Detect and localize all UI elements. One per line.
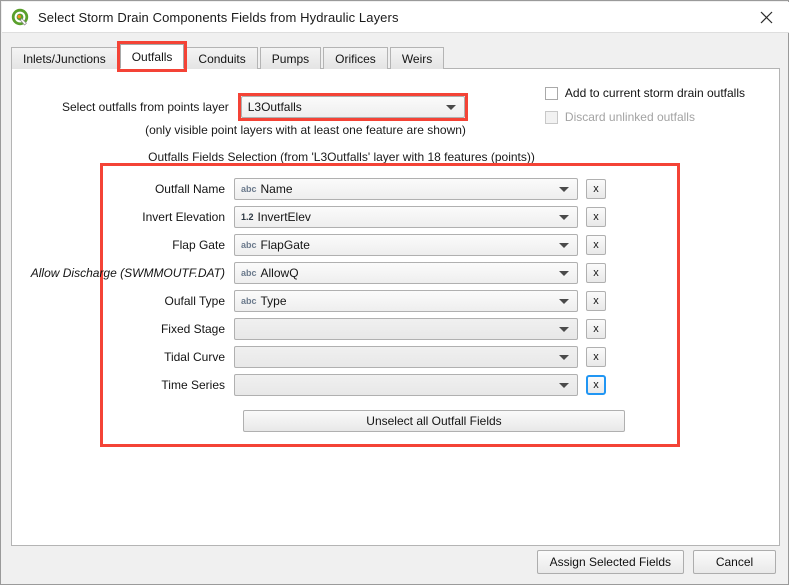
tab-inlets-junctions[interactable]: Inlets/Junctions bbox=[11, 47, 118, 69]
layer-combo[interactable]: L3Outfalls bbox=[241, 96, 465, 118]
dialog-window: Select Storm Drain Components Fields fro… bbox=[0, 0, 789, 585]
checkbox-add-to-current-outfalls[interactable]: Add to current storm drain outfalls bbox=[545, 83, 745, 103]
chevron-down-icon bbox=[559, 383, 569, 388]
checkbox-box-icon bbox=[545, 111, 558, 124]
checkbox-discard-unlinked-outfalls: Discard unlinked outfalls bbox=[545, 107, 745, 127]
field-row-fixed-stage: Fixed Stage x bbox=[12, 315, 779, 343]
field-type-icon: 1.2 bbox=[241, 207, 254, 227]
field-label: Oufall Type bbox=[12, 294, 234, 308]
options-checkbox-group: Add to current storm drain outfalls Disc… bbox=[545, 83, 745, 131]
assign-selected-fields-button[interactable]: Assign Selected Fields bbox=[537, 550, 684, 574]
clear-field-button[interactable]: x bbox=[586, 291, 606, 311]
layer-select-label: Select outfalls from points layer bbox=[62, 100, 229, 114]
field-combo-value: AllowQ bbox=[261, 263, 299, 283]
field-combo-allow-discharge[interactable]: abc AllowQ bbox=[234, 262, 578, 284]
field-label: Outfall Name bbox=[12, 182, 234, 196]
chevron-down-icon bbox=[559, 355, 569, 360]
field-row-tidal-curve: Tidal Curve x bbox=[12, 343, 779, 371]
field-label: Allow Discharge (SWMMOUTF.DAT) bbox=[12, 266, 234, 280]
tab-label: Inlets/Junctions bbox=[23, 52, 106, 66]
tab-pumps[interactable]: Pumps bbox=[260, 47, 321, 69]
layer-combo-highlight: L3Outfalls bbox=[238, 93, 468, 121]
clear-field-button[interactable]: x bbox=[586, 207, 606, 227]
clear-field-button[interactable]: x bbox=[586, 375, 606, 395]
field-combo-fixed-stage[interactable] bbox=[234, 318, 578, 340]
title-bar: Select Storm Drain Components Fields fro… bbox=[2, 2, 789, 33]
clear-field-button[interactable]: x bbox=[586, 235, 606, 255]
field-type-icon: abc bbox=[241, 179, 257, 199]
chevron-down-icon bbox=[559, 187, 569, 192]
qgis-logo-icon bbox=[11, 8, 29, 26]
tab-label: Conduits bbox=[198, 52, 245, 66]
cancel-button[interactable]: Cancel bbox=[693, 550, 776, 574]
checkbox-box-icon[interactable] bbox=[545, 87, 558, 100]
field-combo-value: InvertElev bbox=[258, 207, 311, 227]
chevron-down-icon bbox=[446, 105, 456, 110]
field-row-outfall-name: Outfall Name abc Name x bbox=[12, 175, 779, 203]
field-combo-tidal-curve[interactable] bbox=[234, 346, 578, 368]
field-row-invert-elevation: Invert Elevation 1.2 InvertElev x bbox=[12, 203, 779, 231]
clear-field-button[interactable]: x bbox=[586, 319, 606, 339]
chevron-down-icon bbox=[559, 243, 569, 248]
layer-combo-value: L3Outfalls bbox=[242, 97, 302, 117]
field-label: Invert Elevation bbox=[12, 210, 234, 224]
field-label: Time Series bbox=[12, 378, 234, 392]
field-combo-invert-elevation[interactable]: 1.2 InvertElev bbox=[234, 206, 578, 228]
field-combo-value: Name bbox=[261, 179, 293, 199]
clear-field-button[interactable]: x bbox=[586, 179, 606, 199]
tab-label: Pumps bbox=[272, 52, 309, 66]
tab-label: Orifices bbox=[335, 52, 376, 66]
field-combo-flap-gate[interactable]: abc FlapGate bbox=[234, 234, 578, 256]
field-label: Flap Gate bbox=[12, 238, 234, 252]
checkbox-label: Discard unlinked outfalls bbox=[565, 110, 695, 124]
field-label: Fixed Stage bbox=[12, 322, 234, 336]
unselect-all-outfall-fields-button[interactable]: Unselect all Outfall Fields bbox=[243, 410, 625, 432]
tab-orifices[interactable]: Orifices bbox=[323, 47, 388, 69]
tab-label: Weirs bbox=[402, 52, 432, 66]
field-combo-outfall-type[interactable]: abc Type bbox=[234, 290, 578, 312]
window-title: Select Storm Drain Components Fields fro… bbox=[38, 10, 399, 25]
unselect-all-row: Unselect all Outfall Fields bbox=[12, 399, 779, 437]
field-row-flap-gate: Flap Gate abc FlapGate x bbox=[12, 231, 779, 259]
field-type-icon: abc bbox=[241, 263, 257, 283]
field-type-icon: abc bbox=[241, 235, 257, 255]
clear-field-button[interactable]: x bbox=[586, 263, 606, 283]
field-label: Tidal Curve bbox=[12, 350, 234, 364]
field-combo-outfall-name[interactable]: abc Name bbox=[234, 178, 578, 200]
tab-conduits[interactable]: Conduits bbox=[186, 47, 257, 69]
field-combo-value: Type bbox=[261, 291, 287, 311]
chevron-down-icon bbox=[559, 299, 569, 304]
clear-field-button[interactable]: x bbox=[586, 347, 606, 367]
tab-bar: Inlets/Junctions Outfalls Conduits Pumps… bbox=[11, 44, 446, 69]
close-icon[interactable] bbox=[743, 2, 789, 32]
field-row-allow-discharge: Allow Discharge (SWMMOUTF.DAT) abc Allow… bbox=[12, 259, 779, 287]
chevron-down-icon bbox=[559, 215, 569, 220]
field-combo-value: FlapGate bbox=[261, 235, 310, 255]
fields-section-title: Outfalls Fields Selection (from 'L3Outfa… bbox=[12, 150, 779, 164]
tab-label: Outfalls bbox=[132, 50, 173, 64]
chevron-down-icon bbox=[559, 327, 569, 332]
tab-outfalls[interactable]: Outfalls bbox=[120, 44, 185, 69]
outfalls-tab-panel: Select outfalls from points layer L3Outf… bbox=[11, 68, 780, 546]
field-row-time-series: Time Series x bbox=[12, 371, 779, 399]
checkbox-label: Add to current storm drain outfalls bbox=[565, 86, 745, 100]
field-combo-time-series[interactable] bbox=[234, 374, 578, 396]
dialog-button-bar: Assign Selected Fields Cancel bbox=[537, 550, 776, 574]
chevron-down-icon bbox=[559, 271, 569, 276]
field-type-icon: abc bbox=[241, 291, 257, 311]
field-row-outfall-type: Oufall Type abc Type x bbox=[12, 287, 779, 315]
tab-weirs[interactable]: Weirs bbox=[390, 47, 444, 69]
layer-selection-row: Select outfalls from points layer L3Outf… bbox=[62, 93, 468, 121]
fields-list: Outfall Name abc Name x Invert Elevation… bbox=[12, 175, 779, 437]
